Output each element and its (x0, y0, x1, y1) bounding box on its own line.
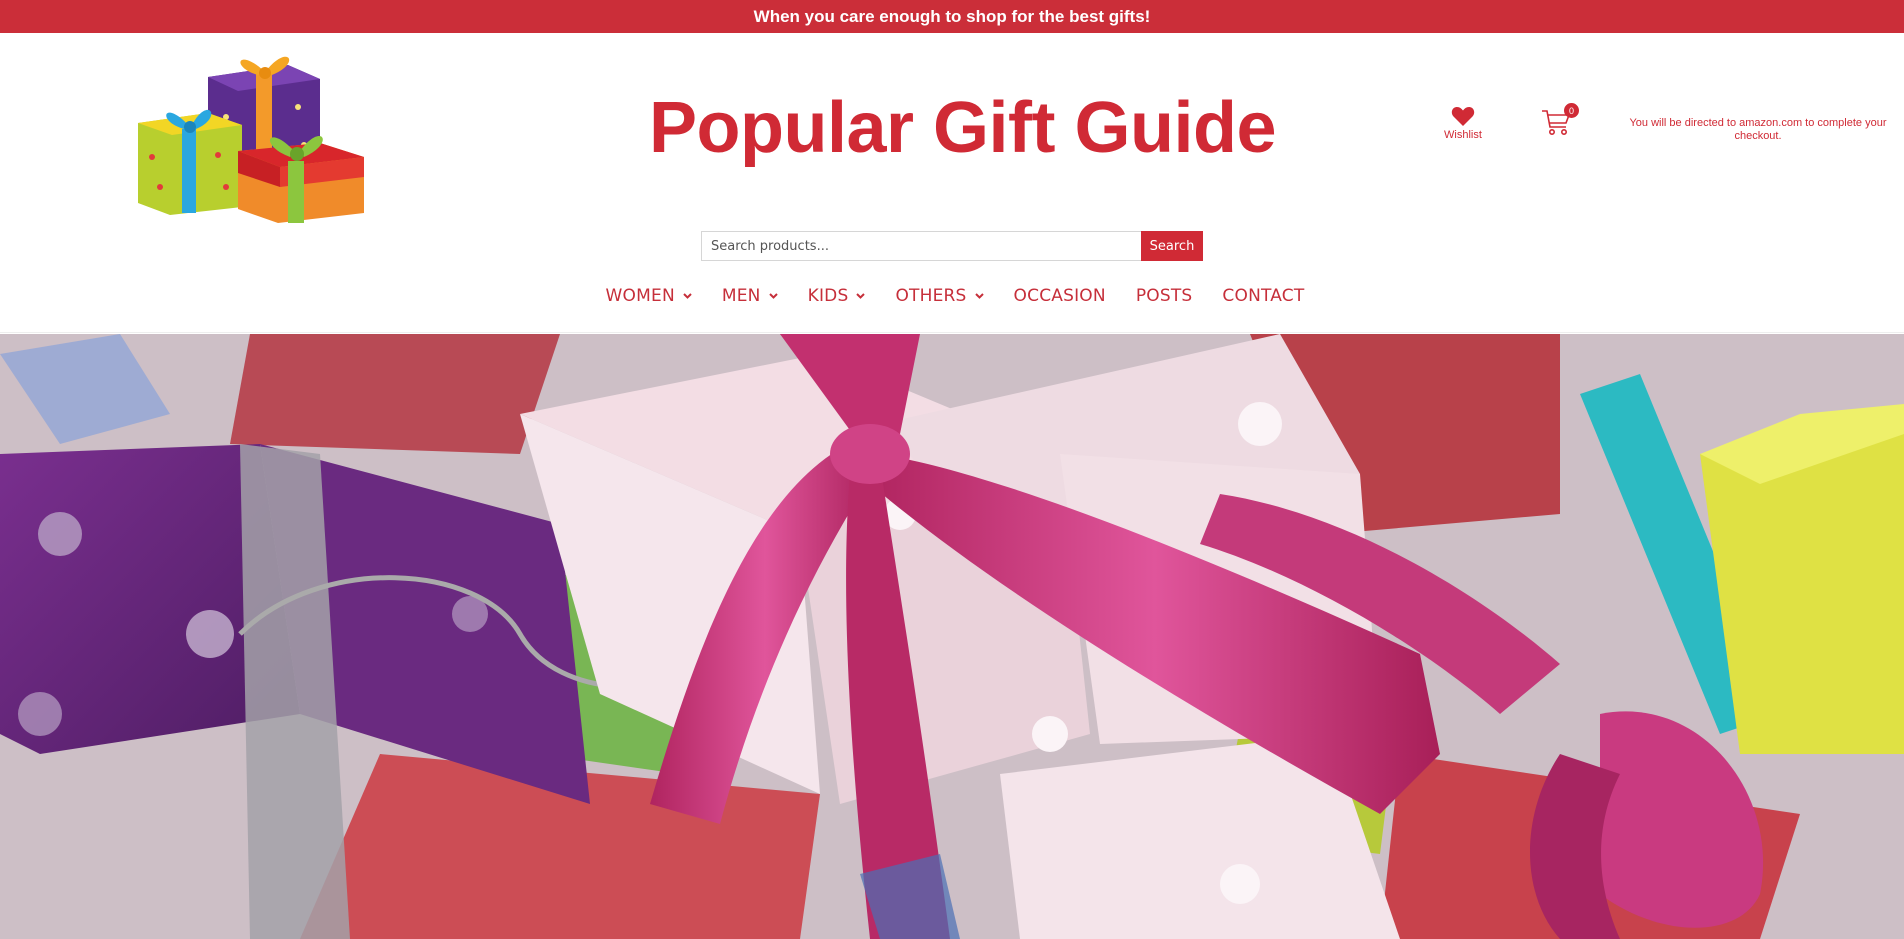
announcement-bar: When you care enough to shop for the bes… (0, 0, 1904, 33)
nav-label: OCCASION (1013, 286, 1106, 306)
nav-label: OTHERS (895, 286, 967, 306)
nav-item-occasion[interactable]: OCCASION (1014, 286, 1106, 306)
nav-item-men[interactable]: MEN (722, 286, 778, 306)
nav-label: MEN (721, 286, 761, 306)
chevron-down-icon (974, 293, 984, 299)
site-logo[interactable] (138, 37, 368, 227)
cart-button[interactable]: 0 (1540, 103, 1580, 145)
nav-label: CONTACT (1222, 286, 1305, 306)
nav-label: WOMEN (605, 286, 675, 306)
wishlist-label: Wishlist (1444, 129, 1482, 141)
chevron-down-icon (856, 293, 866, 299)
product-search-form: Search (701, 231, 1203, 261)
cart-count-badge: 0 (1564, 103, 1579, 118)
announcement-text: When you care enough to shop for the bes… (753, 6, 1151, 26)
nav-item-women[interactable]: WOMEN (606, 286, 692, 306)
nav-item-posts[interactable]: POSTS (1136, 286, 1193, 306)
nav-item-others[interactable]: OTHERS (895, 286, 984, 306)
nav-label: POSTS (1135, 286, 1193, 306)
wishlist-link[interactable]: Wishlist (1430, 105, 1496, 141)
nav-item-contact[interactable]: CONTACT (1222, 286, 1304, 306)
search-input[interactable] (701, 231, 1141, 261)
main-navigation: WOMEN MEN KIDS OTHERS OCCASION POSTS CON… (0, 286, 1904, 306)
wrapped-gifts-hero-image (0, 334, 1904, 939)
chevron-down-icon (768, 293, 778, 299)
site-title[interactable]: Popular Gift Guide (600, 87, 1325, 169)
nav-item-kids[interactable]: KIDS (808, 286, 866, 306)
gift-boxes-logo (138, 56, 364, 223)
nav-label: KIDS (807, 286, 849, 306)
chevron-down-icon (683, 293, 692, 299)
checkout-note: You will be directed to amazon.com to co… (1629, 117, 1887, 142)
search-button[interactable]: Search (1141, 231, 1203, 261)
heart-icon (1451, 106, 1475, 126)
hero-banner (0, 334, 1904, 939)
